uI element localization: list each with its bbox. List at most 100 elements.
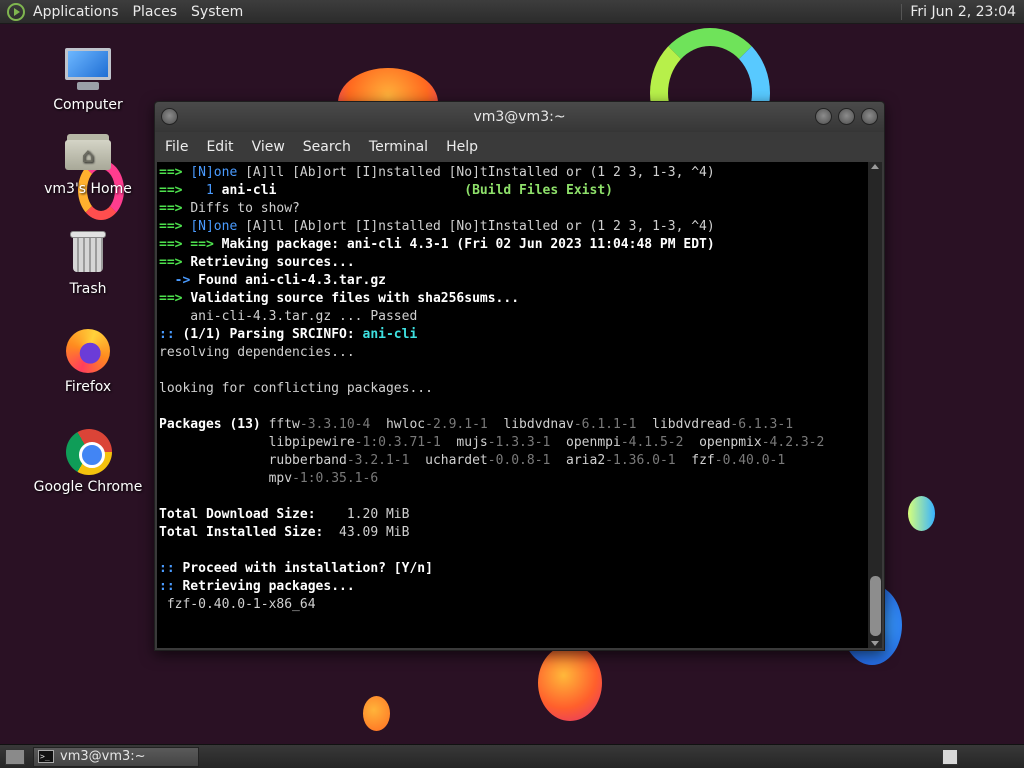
- places-menu[interactable]: Places: [133, 4, 178, 20]
- desktop-icon-firefox[interactable]: Firefox: [28, 326, 148, 395]
- firefox-icon: [63, 326, 113, 376]
- panel-clock[interactable]: Fri Jun 2, 23:04: [901, 3, 1024, 20]
- terminal-segment: ::: [159, 579, 183, 594]
- terminal-segment: ani-cli: [362, 327, 418, 342]
- terminal-segment: ani-cli-4.3.tar.gz ... Passed: [159, 309, 418, 324]
- terminal-segment: openmpi: [566, 435, 621, 450]
- menu-search[interactable]: Search: [303, 139, 351, 155]
- terminal-line: ==> Validating source files with sha256s…: [159, 290, 864, 308]
- terminal-segment: libdvdnav: [503, 417, 574, 432]
- wallpaper-shape: [908, 496, 935, 531]
- show-desktop-button[interactable]: [5, 748, 25, 765]
- terminal-line: Total Installed Size: 43.09 MiB: [159, 524, 864, 542]
- scroll-up-icon[interactable]: [871, 164, 879, 169]
- terminal-segment: -0.0.8-1: [487, 453, 567, 468]
- terminal-segment: looking for conflicting packages...: [159, 381, 433, 396]
- menu-file[interactable]: File: [165, 139, 188, 155]
- terminal-segment: libpipewire: [159, 435, 355, 450]
- terminal-line: :: (1/1) Parsing SRCINFO: ani-cli: [159, 326, 864, 344]
- terminal-icon: >_: [38, 750, 54, 763]
- minimize-button[interactable]: [815, 108, 832, 125]
- terminal-segment: [N]one: [190, 165, 246, 180]
- terminal-segment: uchardet: [425, 453, 488, 468]
- terminal-segment: -6.1.3-1: [730, 417, 794, 432]
- terminal-segment: Diffs to show?: [190, 201, 300, 216]
- terminal-segment: Total Installed Size:: [159, 525, 332, 540]
- terminal-segment: [N]one: [190, 219, 246, 234]
- trash-icon: [63, 228, 113, 278]
- menu-help[interactable]: Help: [446, 139, 478, 155]
- terminal-output[interactable]: ==> [N]one [A]ll [Ab]ort [I]nstalled [No…: [157, 162, 882, 648]
- close-button[interactable]: [861, 108, 878, 125]
- window-titlebar[interactable]: vm3@vm3:~: [155, 102, 884, 132]
- terminal-segment: fftw: [268, 417, 300, 432]
- terminal-segment: fzf: [691, 453, 715, 468]
- desktop-icon-trash[interactable]: Trash: [28, 228, 148, 297]
- terminal-scrollbar[interactable]: [868, 162, 882, 648]
- terminal-line: mpv-1:0.35.1-6: [159, 470, 864, 488]
- taskbar-item-terminal[interactable]: >_ vm3@vm3:~: [33, 746, 199, 767]
- terminal-segment: mujs: [456, 435, 488, 450]
- maximize-button[interactable]: [838, 108, 855, 125]
- scrollbar-thumb[interactable]: [870, 576, 881, 636]
- terminal-segment: resolving dependencies...: [159, 345, 355, 360]
- desktop-icon-label: Firefox: [64, 379, 112, 395]
- terminal-segment: -4.1.5-2: [620, 435, 700, 450]
- desktop-icon-home[interactable]: ⌂ vm3's Home: [28, 128, 148, 197]
- terminal-segment: Making package: ani-cli 4.3-1 (Fri 02 Ju…: [221, 237, 715, 252]
- menu-view[interactable]: View: [252, 139, 285, 155]
- terminal-segment: ::: [159, 561, 183, 576]
- taskbar-item-label: vm3@vm3:~: [60, 749, 146, 764]
- terminal-segment: ==>: [159, 255, 191, 270]
- desktop-icon-label: vm3's Home: [44, 181, 132, 197]
- terminal-segment: Proceed with installation? [Y/n]: [182, 561, 433, 576]
- terminal-segment: ==>: [159, 165, 191, 180]
- wallpaper-shape: [538, 645, 602, 721]
- terminal-segment: ==> ==>: [159, 237, 222, 252]
- scroll-down-icon[interactable]: [871, 641, 879, 646]
- terminal-line: ==> [N]one [A]ll [Ab]ort [I]nstalled [No…: [159, 164, 864, 182]
- applications-menu[interactable]: Applications: [33, 4, 119, 20]
- terminal-text: ==> [N]one [A]ll [Ab]ort [I]nstalled [No…: [157, 162, 882, 614]
- desktop-icon-computer[interactable]: Computer: [28, 44, 148, 113]
- window-menu-button[interactable]: [161, 108, 178, 125]
- terminal-segment: ==>: [159, 219, 191, 234]
- home-folder-icon: ⌂: [63, 128, 113, 178]
- terminal-segment: -0.40.0-1: [714, 453, 786, 468]
- terminal-segment: ==>: [159, 291, 191, 306]
- terminal-segment: libdvdread: [652, 417, 731, 432]
- terminal-line: rubberband-3.2.1-1 uchardet-0.0.8-1 aria…: [159, 452, 864, 470]
- terminal-line: ==> Retrieving sources...: [159, 254, 864, 272]
- terminal-segment: [A]ll [Ab]ort [I]nstalled [No]tInstalled…: [245, 165, 715, 180]
- terminal-segment: -3.2.1-1: [346, 453, 426, 468]
- terminal-line: ==> 1 ani-cli (Build Files Exist): [159, 182, 864, 200]
- bottom-panel: >_ vm3@vm3:~: [0, 744, 1024, 768]
- desktop-icon-label: Trash: [69, 281, 107, 297]
- terminal-segment: (1/1) Parsing SRCINFO:: [182, 327, 363, 342]
- terminal-segment: ==>: [159, 183, 206, 198]
- menu-edit[interactable]: Edit: [206, 139, 233, 155]
- terminal-line: :: Proceed with installation? [Y/n]: [159, 560, 864, 578]
- terminal-line: ==> ==> Making package: ani-cli 4.3-1 (F…: [159, 236, 864, 254]
- terminal-segment: hwloc: [385, 417, 426, 432]
- mate-logo-icon[interactable]: [7, 2, 25, 21]
- terminal-segment: (Build Files Exist): [464, 183, 613, 198]
- terminal-segment: ->: [159, 273, 199, 288]
- computer-icon: [63, 44, 113, 94]
- menu-terminal[interactable]: Terminal: [369, 139, 428, 155]
- workspace-switcher[interactable]: [942, 748, 958, 765]
- terminal-window[interactable]: vm3@vm3:~ File Edit View Search Terminal…: [154, 101, 885, 651]
- system-menu[interactable]: System: [191, 4, 243, 20]
- terminal-segment: ::: [159, 327, 183, 342]
- terminal-menubar: File Edit View Search Terminal Help: [155, 132, 884, 162]
- desktop-icon-chrome[interactable]: Google Chrome: [28, 426, 148, 495]
- wallpaper-shape: [363, 696, 390, 731]
- terminal-segment: -3.3.10-4: [299, 417, 386, 432]
- desktop-icon-label: Computer: [53, 97, 123, 113]
- terminal-segment: ==>: [159, 201, 191, 216]
- terminal-line: libpipewire-1:0.3.71-1 mujs-1.3.3-1 open…: [159, 434, 864, 452]
- terminal-line: looking for conflicting packages...: [159, 380, 864, 398]
- terminal-segment: 43.09 MiB: [331, 525, 410, 540]
